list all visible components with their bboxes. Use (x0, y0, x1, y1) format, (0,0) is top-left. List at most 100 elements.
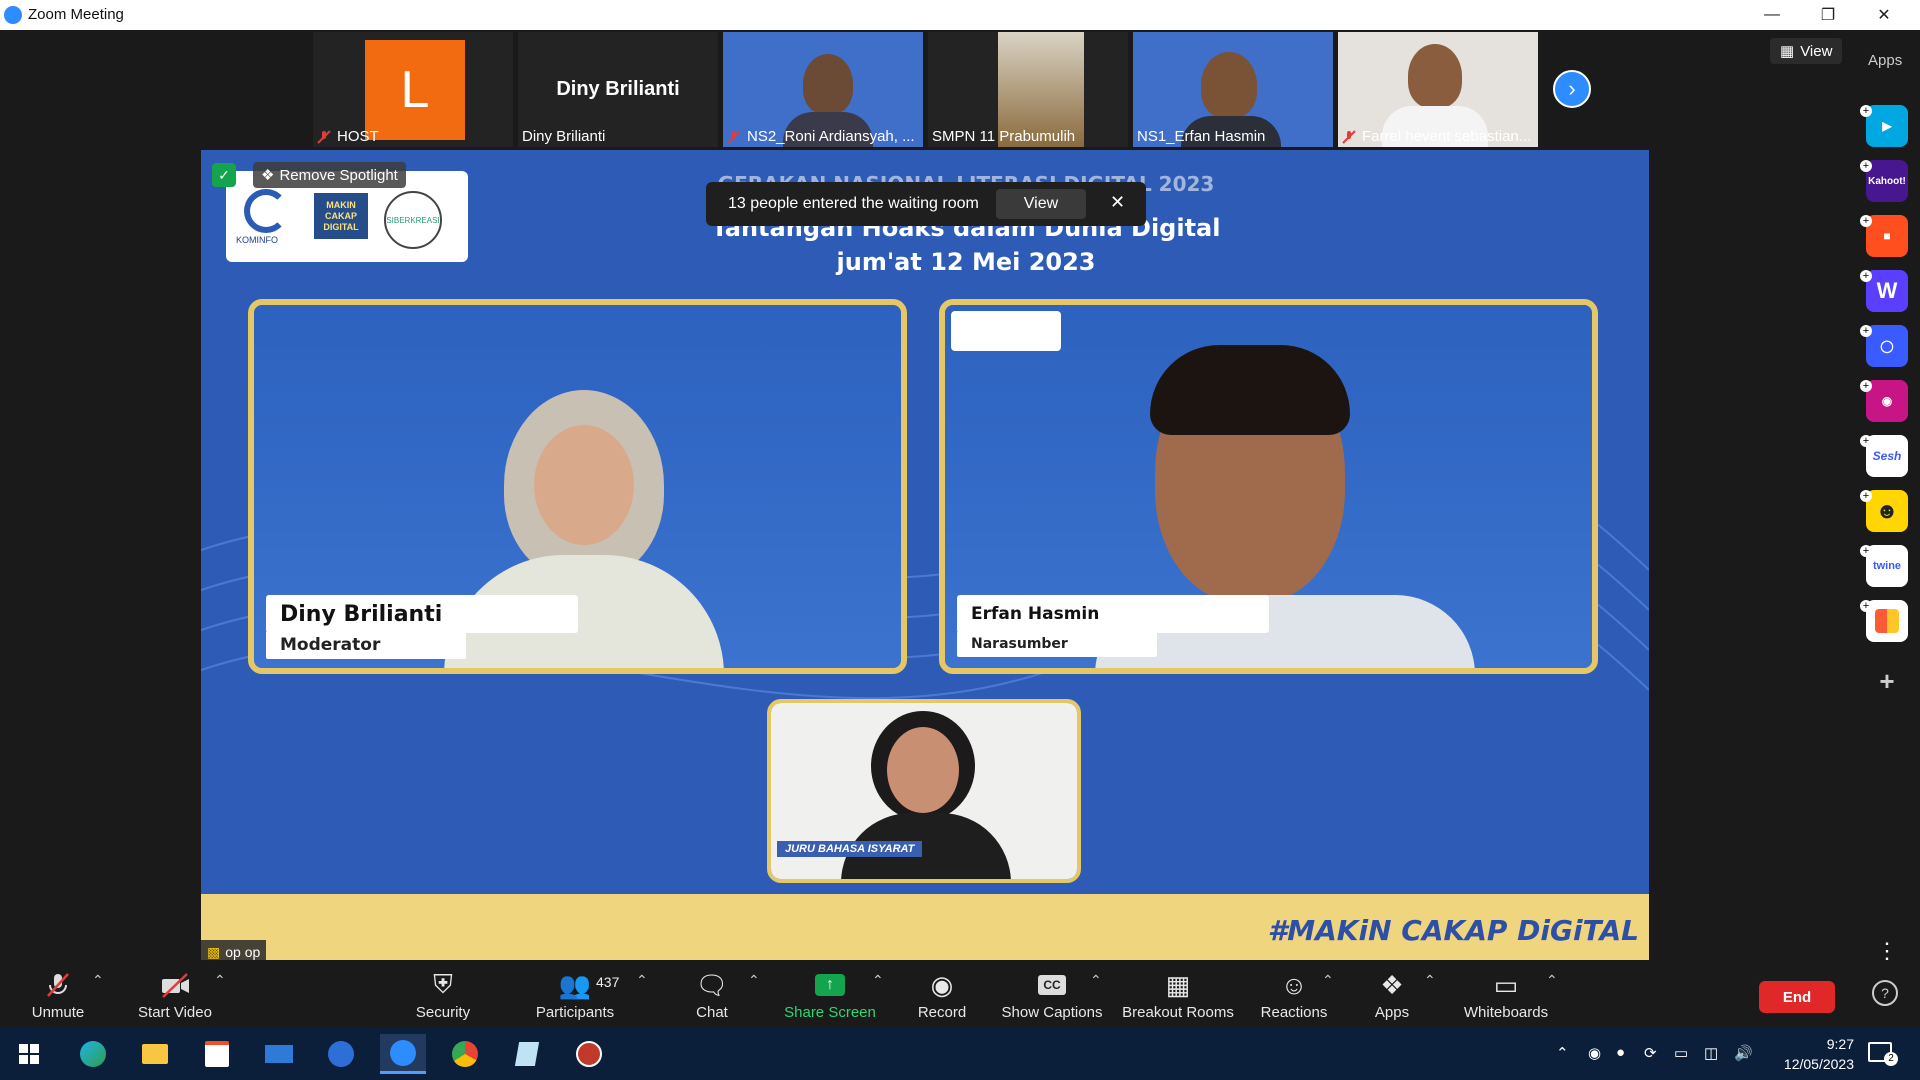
participant-tile[interactable]: NS2_Roni Ardiansyah, ... (723, 32, 923, 147)
show-captions-button[interactable]: CC Show Captions (1000, 960, 1104, 1028)
chevron-up-icon[interactable]: ⌃ (1322, 972, 1334, 989)
pitch-app-icon[interactable]: ▶ (1866, 105, 1908, 147)
whiteboards-button[interactable]: ▭ Whiteboards (1456, 960, 1556, 1028)
speaker-name: Diny Brilianti (266, 595, 578, 633)
windows-start-icon[interactable] (6, 1034, 52, 1074)
edge-icon[interactable] (70, 1034, 116, 1074)
zoom-taskbar-icon[interactable] (380, 1034, 426, 1074)
shield-icon: ⛨ (433, 969, 453, 999)
breakout-rooms-button[interactable]: ▦ Breakout Rooms (1118, 960, 1238, 1028)
camera-icon[interactable]: ◉ (1588, 1044, 1601, 1062)
start-video-button[interactable]: Start Video (130, 960, 220, 1028)
reactions-label: Reactions (1260, 1004, 1328, 1021)
add-icon[interactable]: + (1860, 490, 1872, 502)
remove-spotlight-button[interactable]: ❖ Remove Spotlight (253, 162, 406, 188)
taskade-app-icon[interactable]: ■ (1866, 215, 1908, 257)
store-icon[interactable] (194, 1034, 240, 1074)
chevron-up-icon[interactable]: ⌃ (636, 972, 648, 989)
volume-icon[interactable]: 🔊 (1734, 1044, 1753, 1062)
chevron-up-icon[interactable]: ⌃ (1424, 972, 1436, 989)
participants-button[interactable]: 👥 Participants (530, 960, 620, 1028)
participant-tile[interactable]: SMPN 11 Prabumulih (928, 32, 1128, 147)
whiteboard-icon: ▭ (1493, 969, 1519, 1000)
speaker-role: Narasumber (957, 631, 1157, 657)
file-explorer-icon[interactable] (132, 1034, 178, 1074)
chat-button[interactable]: 🗨 Chat (680, 960, 744, 1028)
network-icon[interactable]: ◫ (1704, 1044, 1718, 1062)
participants-label: Participants (535, 1004, 615, 1021)
pin-icon: ❖ (261, 167, 275, 184)
phone-link-icon[interactable] (318, 1034, 364, 1074)
next-page-button[interactable]: › (1553, 70, 1591, 108)
chat-label: Chat (696, 1004, 728, 1021)
close-window-button[interactable]: ✕ (1856, 0, 1912, 30)
security-button[interactable]: ⛨ Security (405, 960, 481, 1028)
add-icon[interactable]: + (1860, 160, 1872, 172)
restore-button[interactable]: ❐ (1800, 0, 1856, 30)
minimize-button[interactable]: — (1744, 0, 1800, 30)
mail-icon[interactable] (256, 1034, 302, 1074)
ai-app-icon[interactable]: ◯ (1866, 325, 1908, 367)
end-meeting-button[interactable]: End (1759, 981, 1835, 1013)
record-button[interactable]: ◉ Record (910, 960, 974, 1028)
chevron-up-icon[interactable]: ⌃ (1556, 1044, 1569, 1062)
add-icon[interactable]: + (1860, 325, 1872, 337)
share-screen-button[interactable]: ↑ Share Screen (780, 960, 880, 1028)
view-label: View (1800, 42, 1833, 60)
chrome-icon[interactable] (442, 1034, 488, 1074)
kominfo-logo-mark (244, 189, 288, 233)
apps-button[interactable]: ❖ Apps (1360, 960, 1424, 1028)
add-icon[interactable]: + (1860, 380, 1872, 392)
add-icon[interactable]: + (1860, 435, 1872, 447)
small-logos (951, 311, 1061, 351)
update-icon[interactable]: ⟳ (1644, 1044, 1657, 1062)
emoji-app-icon[interactable]: ☻ (1866, 490, 1908, 532)
add-icon[interactable]: + (1860, 545, 1872, 557)
spotlight-video: KOMINFO MAKIN CAKAP DIGITAL SIBERKREASI … (201, 150, 1649, 964)
apps-label: Apps (1374, 1004, 1410, 1021)
participant-tile[interactable]: Farrel hevent sebastian... (1338, 32, 1538, 147)
participant-tile[interactable]: Diny Brilianti Diny Brilianti (518, 32, 718, 147)
remove-spotlight-label: Remove Spotlight (279, 166, 398, 184)
chevron-up-icon[interactable]: ⌃ (1090, 972, 1102, 989)
add-icon[interactable]: + (1860, 600, 1872, 612)
hoot-app-icon[interactable]: ◉ (1866, 380, 1908, 422)
chevron-up-icon[interactable]: ⌃ (214, 972, 226, 989)
meeting-toolbar: Unmute ⌃ Start Video ⌃ ⛨ Security 👥 Part… (0, 960, 1920, 1028)
recorder-icon[interactable] (566, 1034, 612, 1074)
system-clock[interactable]: 9:27 12/05/2023 (1784, 1034, 1854, 1074)
close-icon[interactable]: ✕ (1110, 192, 1125, 213)
notepad-icon[interactable] (504, 1034, 550, 1074)
kominfo-logo: KOMINFO (236, 235, 278, 245)
interpreter-label: JURU BAHASA ISYARAT (777, 841, 923, 857)
mural-app-icon[interactable] (1866, 600, 1908, 642)
unmute-button[interactable]: Unmute (22, 960, 94, 1028)
record-label: Record (917, 1004, 967, 1021)
participant-tile[interactable]: NS1_Erfan Hasmin (1133, 32, 1333, 147)
video-feed (1201, 52, 1257, 118)
add-icon[interactable]: + (1860, 105, 1872, 117)
chevron-up-icon[interactable]: ⌃ (92, 972, 104, 989)
notification-view-button[interactable]: View (996, 189, 1086, 219)
participant-tile[interactable]: L HOST (313, 32, 513, 147)
add-app-icon[interactable]: + (1866, 660, 1908, 702)
chevron-up-icon[interactable]: ⌃ (1546, 972, 1558, 989)
add-icon[interactable]: + (1860, 270, 1872, 282)
kahoot-app-icon[interactable]: Kahoot! (1866, 160, 1908, 202)
chevron-right-icon: › (1568, 76, 1576, 101)
chevron-up-icon[interactable]: ⌃ (748, 972, 760, 989)
microphone-icon[interactable]: ● (1616, 1044, 1625, 1061)
interpreter-frame: JURU BAHASA ISYARAT (767, 699, 1081, 883)
twine-app-icon[interactable]: twine (1866, 545, 1908, 587)
video-feed-hair (1150, 345, 1350, 435)
wooclap-app-icon[interactable]: W (1866, 270, 1908, 312)
view-layout-button[interactable]: ▦ View (1770, 38, 1843, 64)
reactions-button[interactable]: ☺ Reactions (1256, 960, 1332, 1028)
help-icon[interactable]: ? (1872, 980, 1898, 1006)
start-video-label: Start Video (138, 1004, 212, 1021)
chevron-up-icon[interactable]: ⌃ (872, 972, 884, 989)
add-icon[interactable]: + (1860, 215, 1872, 227)
battery-icon[interactable]: ▭ (1674, 1044, 1688, 1062)
sesh-app-icon[interactable]: Sesh (1866, 435, 1908, 477)
participants-count: 437 (596, 974, 620, 990)
